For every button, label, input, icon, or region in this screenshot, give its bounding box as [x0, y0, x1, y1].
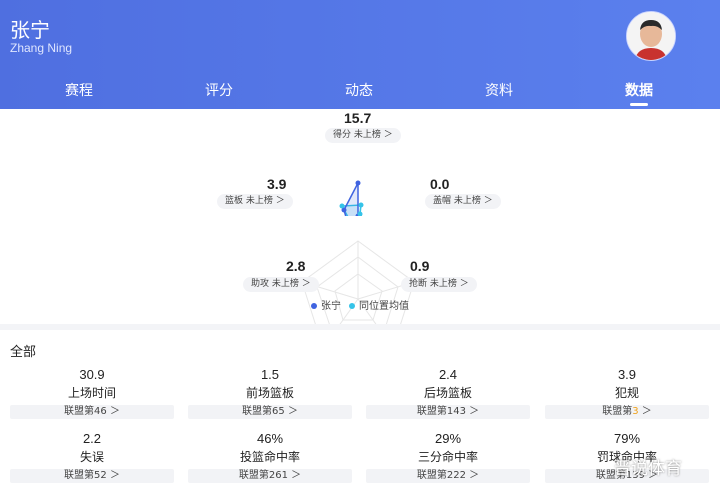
- chevron-right-icon: ＞: [106, 406, 120, 417]
- rank-prefix: 联盟第: [602, 406, 633, 417]
- stat-turnovers: 2.2 失误 联盟第52 ＞: [10, 430, 174, 483]
- stat-3pt-percentage: 29% 三分命中率 联盟第222 ＞: [366, 430, 530, 483]
- section-title: 全部: [10, 345, 37, 360]
- rank-prefix: 联盟第: [238, 470, 269, 481]
- stat-fg-percentage: 46% 投篮命中率 联盟第261 ＞: [188, 430, 352, 483]
- stat-rank-button[interactable]: 联盟第46 ＞: [10, 405, 174, 419]
- rank-number: 143: [446, 406, 466, 417]
- rank-prefix: 联盟第: [416, 470, 447, 481]
- average-point-rebounds: [339, 203, 345, 209]
- stat-minutes: 30.9 上场时间 联盟第46 ＞: [10, 366, 174, 419]
- stat-label: 上场时间: [67, 386, 116, 400]
- stat-rank-button[interactable]: 联盟第143 ＞: [366, 405, 530, 419]
- watermark: 晋说体育: [614, 459, 682, 479]
- rank-prefix: 联盟第: [242, 406, 273, 417]
- stat-value: 1.5: [260, 367, 280, 382]
- stat-label: 投篮命中率: [239, 450, 300, 464]
- stat-label: 失误: [79, 450, 104, 464]
- stat-value: 79%: [613, 431, 641, 446]
- rank-prefix: 联盟第: [64, 406, 95, 417]
- stat-rank-button[interactable]: 联盟第3 ＞: [545, 405, 709, 419]
- player-point-points: [355, 180, 361, 186]
- rank-prefix: 联盟第: [64, 470, 95, 481]
- stat-defensive-rebounds: 2.4 后场篮板 联盟第143 ＞: [366, 366, 530, 419]
- radar-series: [339, 180, 364, 216]
- blocks-rank-label[interactable]: 盖帽 未上榜 ＞: [425, 194, 501, 209]
- section-divider: [0, 324, 720, 330]
- stat-value: 46%: [256, 431, 284, 446]
- chevron-right-icon: ＞: [284, 406, 298, 417]
- rank-number: 52: [94, 470, 107, 481]
- rank-number: 65: [272, 406, 285, 417]
- rank-number: 222: [446, 470, 466, 481]
- chevron-right-icon: ＞: [465, 406, 480, 417]
- chevron-right-icon: ＞: [638, 406, 652, 417]
- stat-rank-button[interactable]: 联盟第52 ＞: [10, 469, 174, 483]
- stat-label: 犯规: [614, 386, 639, 400]
- chevron-right-icon: ＞: [106, 470, 120, 481]
- stat-value: 2.4: [438, 367, 458, 382]
- rank-number: 46: [94, 406, 107, 417]
- chevron-right-icon: ＞: [465, 470, 480, 481]
- chevron-right-icon: ＞: [287, 470, 302, 481]
- points-rank-label[interactable]: 得分 未上榜 ＞: [325, 128, 401, 143]
- blocks-value: 0.0: [430, 176, 450, 192]
- rank-number: 261: [268, 470, 288, 481]
- legend-player-dot: [311, 303, 317, 309]
- stat-label: 后场篮板: [423, 386, 472, 400]
- stat-rank-button[interactable]: 联盟第65 ＞: [188, 405, 352, 419]
- stat-rank-button[interactable]: 联盟第222 ＞: [366, 469, 530, 483]
- assists-value: 2.8: [286, 258, 306, 274]
- legend-average-dot: [349, 303, 355, 309]
- stat-label: 前场篮板: [245, 386, 294, 400]
- radar-grid: [301, 240, 415, 325]
- radar-series-player: [343, 182, 359, 216]
- points-value: 15.7: [344, 110, 372, 126]
- legend-average: 同位置均值: [349, 297, 409, 312]
- assists-rank-label[interactable]: 助攻 未上榜 ＞: [243, 277, 319, 292]
- steals-value: 0.9: [410, 258, 430, 274]
- legend-average-label: 同位置均值: [359, 301, 409, 312]
- rank-prefix: 联盟第: [416, 406, 447, 417]
- rebounds-rank-label[interactable]: 篮板 未上榜 ＞: [217, 194, 293, 209]
- legend-player: 张宁: [311, 297, 341, 312]
- stat-value: 2.2: [82, 431, 102, 446]
- stat-fouls: 3.9 犯规 联盟第3 ＞: [545, 366, 709, 419]
- stat-offensive-rebounds: 1.5 前场篮板 联盟第65 ＞: [188, 366, 352, 419]
- steals-rank-label[interactable]: 抢断 未上榜 ＞: [401, 277, 477, 292]
- stat-value: 29%: [434, 431, 462, 446]
- stat-value: 30.9: [79, 367, 105, 382]
- stat-rank-button[interactable]: 联盟第261 ＞: [188, 469, 352, 483]
- average-point-points: [358, 202, 364, 208]
- stat-label: 三分命中率: [417, 450, 478, 464]
- rebounds-value: 3.9: [267, 176, 287, 192]
- stat-value: 3.9: [617, 367, 637, 382]
- legend-player-label: 张宁: [321, 301, 341, 312]
